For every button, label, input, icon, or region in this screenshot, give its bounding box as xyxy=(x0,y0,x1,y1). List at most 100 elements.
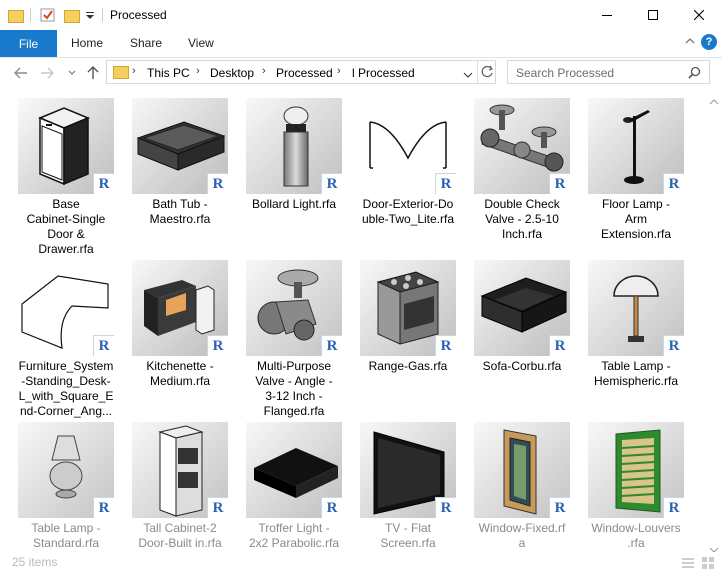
revit-family-icon: R xyxy=(207,497,228,518)
bollard-light-thumbnail: R xyxy=(246,98,342,194)
divider xyxy=(30,8,31,22)
large-icons-view-icon[interactable] xyxy=(701,556,715,573)
vertical-scrollbar[interactable] xyxy=(706,90,722,553)
base-cabinet-thumbnail: R xyxy=(18,98,114,194)
revit-family-icon: R xyxy=(435,335,456,356)
breadcrumb-desktop[interactable]: Desktop xyxy=(210,66,254,80)
bath-tub-thumbnail: R xyxy=(132,98,228,194)
back-arrow-icon[interactable] xyxy=(12,64,30,82)
revit-family-icon: R xyxy=(435,173,456,194)
revit-family-icon: R xyxy=(207,173,228,194)
minimize-button[interactable] xyxy=(584,0,630,30)
breadcrumb-separator-icon[interactable]: › xyxy=(337,65,341,77)
kitchenette-thumbnail: R xyxy=(132,260,228,356)
file-name-label: Troffer Light -2x2 Parabolic.rfa xyxy=(248,521,340,550)
address-bar[interactable]: › This PC › Desktop › Processed › l Proc… xyxy=(106,60,496,84)
tab-share[interactable]: Share xyxy=(130,36,162,50)
file-name-label: Bollard Light.rfa xyxy=(251,197,337,211)
search-input[interactable]: Search Processed xyxy=(516,66,614,80)
details-view-icon[interactable] xyxy=(681,556,695,573)
floor-lamp-thumbnail: R xyxy=(588,98,684,194)
file-name-label: Table Lamp - Hemispheric.rfa xyxy=(593,359,679,388)
recent-locations-chevron-icon[interactable] xyxy=(63,64,81,82)
window-title: Processed xyxy=(110,8,167,22)
file-name-label: Door-Exterior-Do uble-Two_Lite.rfa xyxy=(361,197,455,226)
table-lamp-standard-thumbnail: R xyxy=(18,422,114,518)
help-icon[interactable]: ? xyxy=(701,34,717,50)
new-folder-icon[interactable] xyxy=(64,7,80,23)
title-bar: Processed xyxy=(0,0,722,30)
revit-family-icon: R xyxy=(93,335,114,356)
revit-family-icon: R xyxy=(321,335,342,356)
tab-home[interactable]: Home xyxy=(71,36,103,50)
ribbon-tabs: File Home Share View ? xyxy=(0,30,722,58)
window-fixed-thumbnail: R xyxy=(474,422,570,518)
expand-ribbon-icon[interactable] xyxy=(684,35,696,50)
file-name-label: Window-Louvers .rfa xyxy=(591,521,681,550)
properties-checkmark-icon[interactable] xyxy=(40,7,56,23)
file-name-label: Tall Cabinet-2 Door-Built in.rfa xyxy=(138,521,222,550)
file-grid: R Base Cabinet-Single Door & Drawer.rfa R B… xyxy=(0,90,706,552)
maximize-button[interactable] xyxy=(630,0,676,30)
scroll-up-icon[interactable] xyxy=(709,94,719,108)
item-count: 25 items xyxy=(12,555,58,569)
breadcrumb-separator-icon[interactable]: › xyxy=(132,65,136,77)
search-box[interactable]: Search Processed xyxy=(507,60,710,84)
file-name-label: Kitchenette - Medium.rfa xyxy=(146,359,214,388)
file-name-label: Multi-Purpose Valve - Angle -3-12 Inch -F… xyxy=(255,359,333,418)
search-icon[interactable] xyxy=(688,66,701,82)
file-name-label: Table Lamp - Standard.rfa xyxy=(31,521,101,550)
revit-family-icon: R xyxy=(321,497,342,518)
standing-desk-thumbnail: R xyxy=(18,260,114,356)
file-name-label: Double Check Valve - 2.5-10 Inch.rfa xyxy=(484,197,560,241)
file-name-label: Furniture_System -Standing_Desk- L_with_Sq… xyxy=(18,359,114,418)
navigation-bar: › This PC › Desktop › Processed › l Proc… xyxy=(0,58,722,88)
revit-family-icon: R xyxy=(93,497,114,518)
status-bar: 25 items xyxy=(0,552,722,574)
window-louvers-thumbnail: R xyxy=(588,422,684,518)
address-dropdown-icon[interactable] xyxy=(463,68,473,82)
folder-icon xyxy=(8,7,24,23)
range-gas-thumbnail: R xyxy=(360,260,456,356)
file-name-label: Floor Lamp - Arm Extension.rfa xyxy=(600,197,672,241)
troffer-light-thumbnail: R xyxy=(246,422,342,518)
double-check-valve-thumbnail: R xyxy=(474,98,570,194)
revit-family-icon: R xyxy=(663,497,684,518)
file-name-label: Sofa-Corbu.rfa xyxy=(482,359,562,373)
folder-icon xyxy=(113,66,129,79)
revit-family-icon: R xyxy=(663,335,684,356)
file-name-label: Window-Fixed.rf a xyxy=(478,521,566,550)
divider xyxy=(102,8,103,22)
revit-family-icon: R xyxy=(435,497,456,518)
file-name-label: Bath Tub - Maestro.rfa xyxy=(149,197,211,226)
tv-flat-screen-thumbnail: R xyxy=(360,422,456,518)
file-name-label: TV - Flat Screen.rfa xyxy=(380,521,436,550)
door-exterior-thumbnail: R xyxy=(360,98,456,194)
close-button[interactable] xyxy=(676,0,722,30)
multi-purpose-valve-thumbnail: R xyxy=(246,260,342,356)
file-name-label: Base Cabinet-Single Door & Drawer.rfa xyxy=(26,197,106,256)
revit-family-icon: R xyxy=(549,173,570,194)
revit-family-icon: R xyxy=(321,173,342,194)
customize-toolbar-icon[interactable] xyxy=(84,7,100,23)
tall-cabinet-thumbnail: R xyxy=(132,422,228,518)
revit-family-icon: R xyxy=(93,173,114,194)
breadcrumb-separator-icon[interactable]: › xyxy=(262,65,266,77)
file-name-label: Range-Gas.rfa xyxy=(368,359,448,373)
forward-arrow-icon[interactable] xyxy=(38,64,56,82)
revit-family-icon: R xyxy=(549,335,570,356)
revit-family-icon: R xyxy=(663,173,684,194)
up-arrow-icon[interactable] xyxy=(84,64,102,82)
table-lamp-hemispheric-thumbnail: R xyxy=(588,260,684,356)
breadcrumb-separator-icon[interactable]: › xyxy=(196,65,200,77)
breadcrumb-this-pc[interactable]: This PC xyxy=(147,66,190,80)
tab-view[interactable]: View xyxy=(188,36,214,50)
sofa-corbu-thumbnail: R xyxy=(474,260,570,356)
revit-family-icon: R xyxy=(207,335,228,356)
revit-family-icon: R xyxy=(549,497,570,518)
breadcrumb-processed[interactable]: Processed xyxy=(276,66,333,80)
refresh-icon[interactable] xyxy=(481,65,494,81)
divider xyxy=(477,61,478,83)
breadcrumb-l-processed[interactable]: l Processed xyxy=(352,66,415,80)
tab-file[interactable]: File xyxy=(0,30,57,57)
